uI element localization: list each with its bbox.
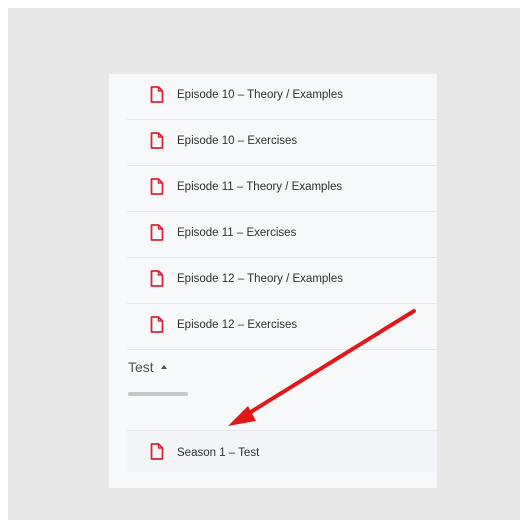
document-icon bbox=[150, 132, 164, 149]
file-item-label: Episode 10 – Exercises bbox=[177, 135, 298, 147]
section-progress-fill bbox=[128, 392, 188, 396]
document-icon bbox=[150, 316, 164, 333]
test-item[interactable]: Season 1 – Test bbox=[127, 430, 437, 472]
file-item-label: Episode 10 – Theory / Examples bbox=[177, 89, 343, 101]
caret-up-icon bbox=[160, 365, 167, 369]
file-item[interactable]: Episode 11 – Theory / Examples bbox=[127, 166, 437, 212]
screenshot-frame: Episode 10 – Theory / Examples Episode 1… bbox=[8, 8, 520, 520]
test-item-label: Season 1 – Test bbox=[177, 447, 260, 459]
file-item[interactable]: Episode 10 – Exercises bbox=[127, 120, 437, 166]
section-title: Test bbox=[128, 359, 154, 375]
file-item[interactable]: Episode 12 – Exercises bbox=[127, 304, 437, 350]
file-item-label: Episode 11 – Exercises bbox=[177, 227, 297, 239]
document-icon bbox=[150, 443, 164, 460]
section-progress-bar bbox=[128, 392, 188, 396]
document-icon bbox=[150, 178, 164, 195]
document-icon bbox=[150, 224, 164, 241]
test-section-toggle[interactable]: Test bbox=[128, 359, 167, 375]
file-item[interactable]: Episode 12 – Theory / Examples bbox=[127, 258, 437, 304]
file-item[interactable]: Episode 10 – Theory / Examples bbox=[127, 74, 437, 120]
file-item-label: Episode 11 – Theory / Examples bbox=[177, 181, 343, 193]
file-list: Episode 10 – Theory / Examples Episode 1… bbox=[127, 74, 437, 350]
file-item-label: Episode 12 – Exercises bbox=[177, 319, 298, 331]
file-item[interactable]: Episode 11 – Exercises bbox=[127, 212, 437, 258]
course-content-panel: Episode 10 – Theory / Examples Episode 1… bbox=[109, 74, 437, 488]
document-icon bbox=[150, 270, 164, 287]
file-item-label: Episode 12 – Theory / Examples bbox=[177, 273, 343, 285]
document-icon bbox=[150, 86, 164, 103]
